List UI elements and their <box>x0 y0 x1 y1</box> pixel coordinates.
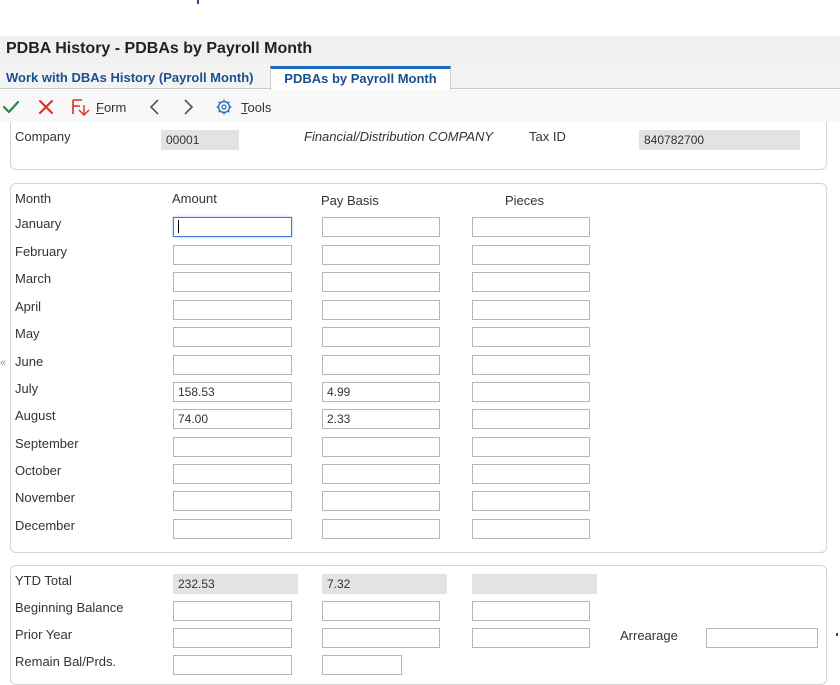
arrearage-label: Arrearage <box>620 628 678 643</box>
november-pay-basis-input[interactable] <box>322 491 440 511</box>
september-amount-input[interactable] <box>173 437 292 457</box>
form-exit-icon <box>72 99 90 116</box>
july-amount-input[interactable]: 158.53 <box>173 382 292 402</box>
june-pay-basis-input[interactable] <box>322 355 440 375</box>
tax-id-label: Tax ID <box>529 129 566 144</box>
prior-year-pay-basis-input[interactable] <box>322 628 440 648</box>
august-pay-basis-input[interactable]: 2.33 <box>322 409 440 429</box>
ytd-pay-basis-field[interactable]: 7.32 <box>322 574 447 594</box>
september-pay-basis-input[interactable] <box>322 437 440 457</box>
remain-bal-amount-input[interactable] <box>173 655 292 675</box>
ytd-amount-field[interactable]: 232.53 <box>173 574 298 594</box>
ytd-pieces-field[interactable] <box>472 574 597 594</box>
amount-column-header: Amount <box>172 191 217 206</box>
next-button[interactable] <box>178 96 198 118</box>
june-pieces-input[interactable] <box>472 355 590 375</box>
month-label: September <box>15 436 79 451</box>
remain-prds-input[interactable] <box>322 655 402 675</box>
march-pieces-input[interactable] <box>472 272 590 292</box>
previous-button[interactable] <box>145 96 165 118</box>
month-column-header: Month <box>15 191 52 206</box>
july-pieces-input[interactable] <box>472 382 590 402</box>
november-pieces-input[interactable] <box>472 491 590 511</box>
form-menu-button[interactable]: Form <box>70 96 132 118</box>
october-amount-input[interactable] <box>173 464 292 484</box>
prior-year-label: Prior Year <box>15 627 73 642</box>
tools-menu-button[interactable]: Tools <box>215 96 277 118</box>
top-marker <box>197 0 199 4</box>
month-label: February <box>15 244 68 259</box>
august-pieces-input[interactable] <box>472 409 590 429</box>
august-amount-input[interactable]: 74.00 <box>173 409 292 429</box>
february-amount-input[interactable] <box>173 245 292 265</box>
gear-icon <box>216 99 232 115</box>
december-pay-basis-input[interactable] <box>322 519 440 539</box>
tax-id-field[interactable]: 840782700 <box>639 130 800 150</box>
collapse-panel-handle[interactable]: « <box>0 352 8 374</box>
month-label: March <box>15 271 52 286</box>
month-label: January <box>15 216 62 231</box>
ytd-total-label: YTD Total <box>15 573 72 588</box>
month-label: April <box>15 299 42 314</box>
month-label: November <box>15 490 75 505</box>
december-pieces-input[interactable] <box>472 519 590 539</box>
tab-work-with-dbas-history[interactable]: Work with DBAs History (Payroll Month) <box>6 70 254 85</box>
ok-button[interactable] <box>0 96 22 118</box>
edge-marker <box>836 633 838 636</box>
beginning-balance-pieces-input[interactable] <box>472 601 590 621</box>
close-icon <box>39 100 53 114</box>
tools-menu-label: Tools <box>241 99 272 115</box>
pieces-column-header: Pieces <box>505 193 545 208</box>
chevron-right-icon <box>184 99 194 115</box>
company-label: Company <box>15 129 71 144</box>
arrearage-input[interactable] <box>706 628 818 648</box>
november-amount-input[interactable] <box>173 491 292 511</box>
month-label: May <box>15 326 40 341</box>
beginning-balance-label: Beginning Balance <box>15 600 124 615</box>
company-name: Financial/Distribution COMPANY <box>304 129 494 144</box>
september-pieces-input[interactable] <box>472 437 590 457</box>
chevron-left-icon <box>149 99 159 115</box>
checkmark-icon <box>2 100 20 114</box>
pay-basis-column-header: Pay Basis <box>321 193 379 208</box>
month-label: June <box>15 354 44 369</box>
december-amount-input[interactable] <box>173 519 292 539</box>
june-amount-input[interactable] <box>173 355 292 375</box>
form-menu-label: Form <box>96 99 127 115</box>
october-pay-basis-input[interactable] <box>322 464 440 484</box>
prior-year-amount-input[interactable] <box>173 628 292 648</box>
january-pieces-input[interactable] <box>472 217 590 237</box>
april-amount-input[interactable] <box>173 300 292 320</box>
page-title: PDBA History - PDBAs by Payroll Month <box>6 40 313 57</box>
may-pay-basis-input[interactable] <box>322 327 440 347</box>
text-caret <box>178 220 179 234</box>
march-amount-input[interactable] <box>173 272 292 292</box>
beginning-balance-amount-input[interactable] <box>173 601 292 621</box>
january-pay-basis-input[interactable] <box>322 217 440 237</box>
month-label: December <box>15 518 75 533</box>
march-pay-basis-input[interactable] <box>322 272 440 292</box>
april-pay-basis-input[interactable] <box>322 300 440 320</box>
month-label: October <box>15 463 62 478</box>
prior-year-pieces-input[interactable] <box>472 628 590 648</box>
july-pay-basis-input[interactable]: 4.99 <box>322 382 440 402</box>
february-pieces-input[interactable] <box>472 245 590 265</box>
april-pieces-input[interactable] <box>472 300 590 320</box>
may-pieces-input[interactable] <box>472 327 590 347</box>
remain-bal-prds-label: Remain Bal/Prds. <box>15 654 117 669</box>
february-pay-basis-input[interactable] <box>322 245 440 265</box>
october-pieces-input[interactable] <box>472 464 590 484</box>
tab-pdbas-by-payroll-month[interactable]: PDBAs by Payroll Month <box>270 66 451 90</box>
month-label: July <box>15 381 39 396</box>
company-field[interactable]: 00001 <box>161 130 239 150</box>
cancel-button[interactable] <box>35 96 57 118</box>
beginning-balance-pay-basis-input[interactable] <box>322 601 440 621</box>
january-amount-input[interactable] <box>173 217 292 237</box>
may-amount-input[interactable] <box>173 327 292 347</box>
month-label: August <box>15 408 56 423</box>
